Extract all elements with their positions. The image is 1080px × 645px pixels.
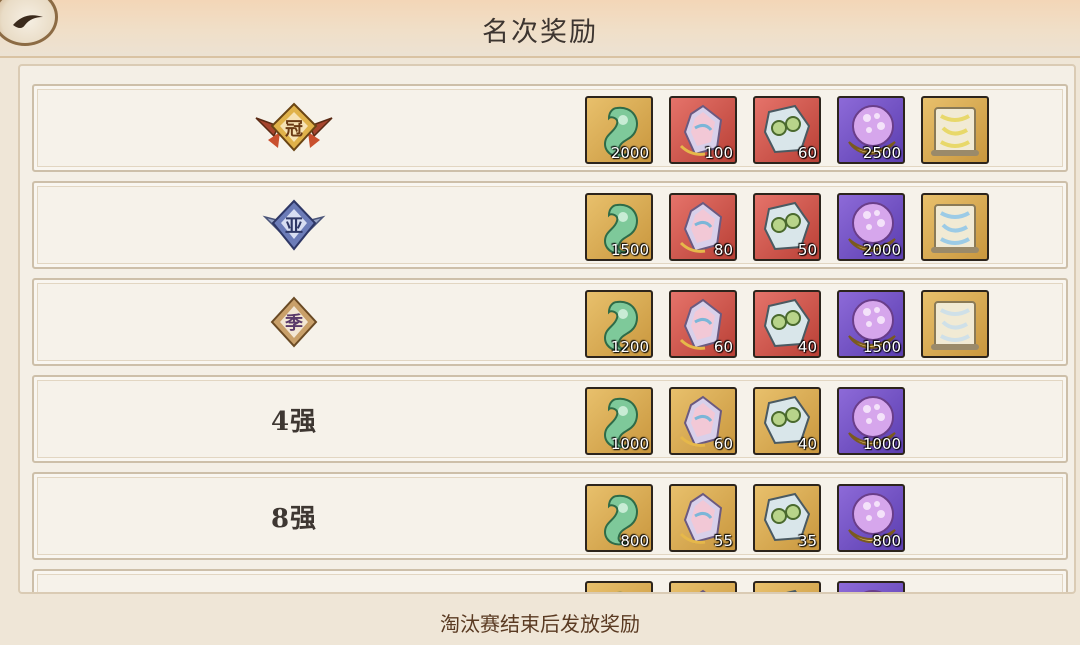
reward-row: 4强 1000 60 40 1000 [32, 375, 1068, 463]
reward-quantity: 800 [620, 532, 649, 550]
reward-item[interactable]: 1000 [585, 387, 653, 455]
rank-badge-char: 季 [285, 313, 303, 334]
reward-item[interactable] [921, 193, 989, 261]
reward-quantity: 60 [713, 435, 733, 453]
reward-item[interactable]: 800 [837, 484, 905, 552]
reward-row: 冠 2000 100 60 2500 [32, 84, 1068, 172]
reward-quantity: 1000 [862, 435, 901, 453]
reward-items: 1200 60 40 1500 [585, 290, 989, 358]
reward-item[interactable] [921, 96, 989, 164]
header-bar: 名次奖励 [0, 0, 1080, 58]
gold-crown-badge: 冠 [252, 100, 336, 156]
reward-quantity: 2500 [862, 144, 901, 162]
reward-quantity: 40 [797, 338, 817, 356]
reward-item[interactable]: 100 [669, 96, 737, 164]
reward-quantity: 100 [704, 144, 733, 162]
reward-quantity: 40 [797, 435, 817, 453]
reward-quantity: 2000 [862, 241, 901, 259]
reward-quantity: 800 [872, 532, 901, 550]
reward-row [32, 569, 1068, 592]
reward-item[interactable]: 60 [669, 290, 737, 358]
reward-quantity: 35 [797, 532, 817, 550]
reward-quantity: 1000 [610, 435, 649, 453]
reward-quantity: 55 [713, 532, 733, 550]
reward-item[interactable] [921, 290, 989, 358]
reward-row: 8强 800 55 35 800 [32, 472, 1068, 560]
reward-item[interactable]: 50 [753, 193, 821, 261]
rank-text: 4强 [270, 406, 318, 437]
reward-items [585, 581, 905, 592]
rank-label: 亚 [234, 183, 354, 267]
rank-label: 冠 [234, 86, 354, 170]
reward-item[interactable] [669, 581, 737, 592]
reward-item[interactable]: 800 [585, 484, 653, 552]
rank-text: 8强 [270, 503, 318, 534]
reward-row: 亚 1500 80 50 2000 [32, 181, 1068, 269]
reward-item[interactable]: 60 [753, 96, 821, 164]
reward-quantity: 50 [797, 241, 817, 259]
reward-item[interactable]: 1500 [585, 193, 653, 261]
reward-quantity: 60 [713, 338, 733, 356]
reward-items: 800 55 35 800 [585, 484, 905, 552]
reward-item[interactable]: 35 [753, 484, 821, 552]
reward-item[interactable] [837, 581, 905, 592]
reward-item[interactable]: 1200 [585, 290, 653, 358]
reward-quantity: 1200 [610, 338, 649, 356]
reward-item[interactable]: 40 [753, 290, 821, 358]
reward-item[interactable]: 60 [669, 387, 737, 455]
rank-label: 8强 [234, 474, 354, 558]
silver-runnerup-badge: 亚 [259, 197, 329, 253]
rank-badge-char: 亚 [285, 216, 303, 237]
rank-label: 季 [234, 280, 354, 364]
reward-item[interactable]: 80 [669, 193, 737, 261]
rank-label: 4强 [234, 377, 354, 461]
reward-item[interactable]: 40 [753, 387, 821, 455]
rank-badge-char: 冠 [285, 119, 303, 140]
bronze-third-badge: 季 [266, 294, 322, 350]
reward-quantity: 60 [797, 144, 817, 162]
footer-bar: 淘汰赛结束后发放奖励 [0, 598, 1080, 645]
reward-quantity: 80 [713, 241, 733, 259]
reward-item[interactable]: 2500 [837, 96, 905, 164]
reward-item[interactable]: 55 [669, 484, 737, 552]
reward-item[interactable] [753, 581, 821, 592]
reward-item[interactable]: 1000 [837, 387, 905, 455]
reward-items: 1500 80 50 2000 [585, 193, 989, 261]
reward-items: 2000 100 60 2500 [585, 96, 989, 164]
reward-quantity: 1500 [862, 338, 901, 356]
reward-item[interactable]: 1500 [837, 290, 905, 358]
reward-items: 1000 60 40 1000 [585, 387, 905, 455]
reward-quantity: 1500 [610, 241, 649, 259]
reward-item[interactable]: 2000 [585, 96, 653, 164]
page-title: 名次奖励 [482, 17, 598, 48]
reward-item[interactable] [585, 581, 653, 592]
reward-quantity: 2000 [610, 144, 649, 162]
rank-label [234, 571, 354, 592]
reward-row: 季 1200 60 40 1500 [32, 278, 1068, 366]
rewards-list[interactable]: 冠 2000 100 60 2500 亚 1500 80 50 2000 季 1200 60 40 1500… [18, 64, 1076, 594]
reward-item[interactable]: 2000 [837, 193, 905, 261]
reward-distribution-note: 淘汰赛结束后发放奖励 [440, 612, 640, 636]
